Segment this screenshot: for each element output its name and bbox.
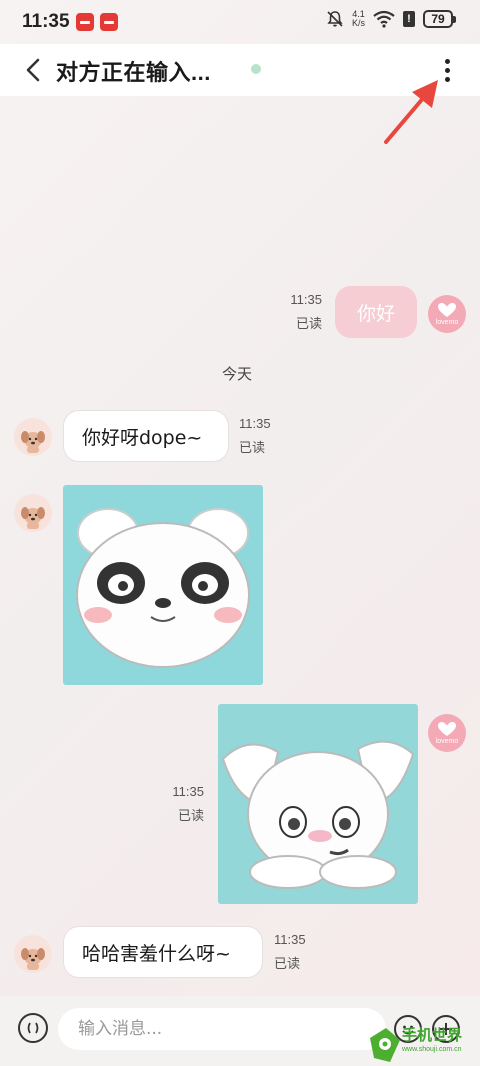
sticker-image[interactable] [63,485,263,685]
message-bubble-incoming[interactable]: 你好呀dope~ [63,410,229,462]
read-status: 已读 [274,956,301,971]
annotation-arrow-icon [384,80,438,144]
voice-wave-icon [27,1022,39,1034]
more-dot-icon [444,67,450,73]
date-separator: 今天 [222,366,253,383]
message-text: 你好 [356,302,395,325]
my-avatar[interactable]: lovemo [428,295,466,333]
battery-level: 79 [423,10,453,28]
read-status: 已读 [239,440,266,455]
message-time: 11:35 [172,784,204,799]
app-notification-icon [99,13,118,31]
message-time: 11:35 [274,932,306,947]
message-meta: 11:35 已读 [274,928,306,976]
watermark-text: 手机世界 [402,1027,463,1044]
message-time: 11:35 [239,416,271,431]
avatar-brand-text: lovemo [435,738,459,745]
watermark-url: www.shouji.com.cn [402,1046,462,1053]
white-puppy-angry-sticker [76,508,250,668]
message-bubble-incoming[interactable]: 哈哈害羞什么呀~ [63,926,263,978]
status-time: 11:35 [22,11,70,32]
more-dot-icon [444,58,450,64]
puppy-avatar-icon [21,431,45,453]
message-input[interactable] [58,1008,386,1050]
contact-avatar[interactable] [14,935,52,973]
wifi-icon [373,10,395,28]
battery-icon: 79 [423,10,456,28]
contact-avatar[interactable] [14,494,52,532]
contact-avatar[interactable] [14,418,52,456]
back-button[interactable] [18,54,48,86]
chevron-left-icon [26,58,40,82]
sim-alert-icon: ! [403,11,415,27]
more-dot-icon [444,76,450,82]
sticker-image[interactable] [218,704,418,904]
network-speed-unit: K/s [351,18,365,28]
read-status: 已读 [177,808,204,823]
message-text: 哈哈害羞什么呀~ [82,942,231,965]
avatar-brand-text: lovemo [435,319,459,326]
puppy-avatar-icon [21,948,45,970]
voice-input-button[interactable] [18,1013,48,1043]
message-text: 你好呀dope~ [82,426,203,449]
puppy-avatar-icon [21,507,45,529]
white-puppy-shy-sticker [221,740,415,889]
message-meta: 11:35 已读 [239,412,271,460]
heart-icon [438,722,456,736]
online-status-dot [251,64,261,74]
message-meta: 11:35 已读 [162,780,204,828]
my-avatar[interactable]: lovemo [428,714,466,752]
status-bar: 11:35 4.1 K/s ! 79 [0,0,480,44]
mute-bell-icon [327,11,343,27]
message-bubble-outgoing[interactable]: 你好 [335,286,417,338]
message-meta: 11:35 已读 [280,288,322,336]
heart-icon [438,303,456,317]
chat-title: 对方正在输入... [56,60,211,85]
app-notification-icon [75,13,94,31]
message-time: 11:35 [290,292,322,307]
read-status: 已读 [295,316,322,331]
network-speed: 4.1 K/s [352,10,365,28]
